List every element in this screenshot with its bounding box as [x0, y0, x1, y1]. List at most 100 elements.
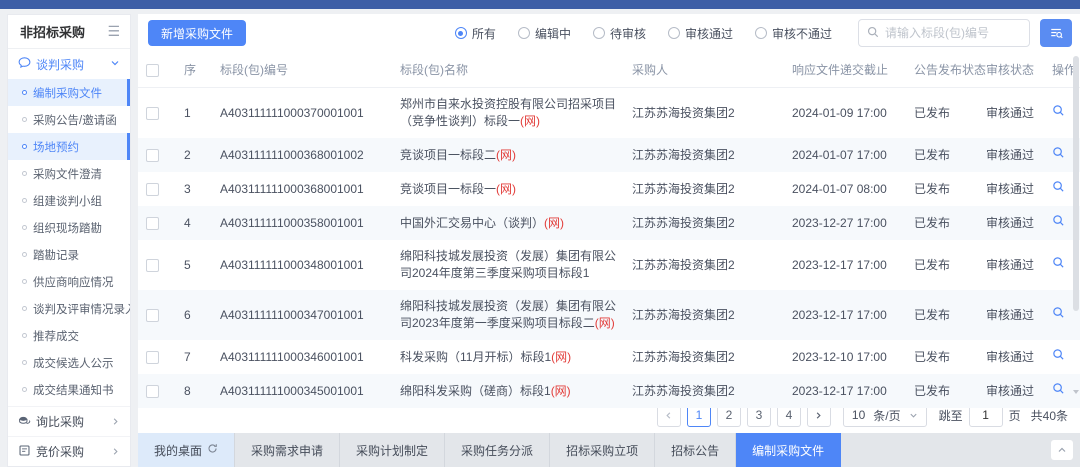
footer-tab-4[interactable]: 招标采购立项 — [550, 433, 655, 467]
bullet-icon — [22, 144, 27, 149]
sidebar-title: 非招标采购 — [20, 22, 85, 41]
cell-no: 3 — [184, 182, 191, 196]
cell-buyer: 江苏苏海投资集团2 — [632, 148, 735, 162]
sidebar-item-3[interactable]: 采购文件澄清 — [8, 160, 130, 187]
scrollbar-thumb[interactable] — [1073, 56, 1079, 311]
cell-name: 绵阳科发采购（磋商）标段1 — [400, 384, 551, 398]
row-checkbox[interactable] — [146, 309, 159, 322]
sidebar-item-1[interactable]: 采购公告/邀请函 — [8, 106, 130, 133]
row-checkbox[interactable] — [146, 351, 159, 364]
cell-publish-status: 已发布 — [914, 258, 950, 272]
view-detail-icon[interactable] — [1052, 306, 1065, 324]
table-row: 5 A403111111000348001001 绵阳科技城发展投资（发展）集团… — [138, 240, 1080, 290]
sidebar-group-inquiry[interactable]: 询比采购 — [8, 406, 130, 436]
row-checkbox[interactable] — [146, 183, 159, 196]
refresh-icon[interactable] — [207, 443, 218, 457]
cell-no: 8 — [184, 384, 191, 398]
page-size-unit: 条/页 — [873, 407, 900, 424]
footer-tab-label: 采购任务分派 — [461, 442, 533, 459]
status-filter-0[interactable]: 所有 — [455, 25, 496, 42]
row-checkbox[interactable] — [146, 259, 159, 272]
row-checkbox[interactable] — [146, 217, 159, 230]
select-all-checkbox[interactable] — [146, 64, 159, 77]
cell-name: 郑州市自来水投资控股有限公司招采项目（竞争性谈判）标段一 — [400, 97, 616, 128]
status-filter-4[interactable]: 审核不通过 — [755, 25, 832, 42]
chevron-down-icon — [909, 411, 918, 420]
bullet-icon — [22, 90, 27, 95]
sidebar-item-9[interactable]: 推荐成交 — [8, 322, 130, 349]
footer-tab-5[interactable]: 招标公告 — [655, 433, 736, 467]
cell-code: A403111111000347001001 — [220, 308, 364, 322]
scrollbar-down-arrow[interactable] — [1073, 390, 1079, 394]
status-filter-2[interactable]: 待审核 — [593, 25, 646, 42]
view-detail-icon[interactable] — [1052, 256, 1065, 274]
table-scrollbar[interactable] — [1073, 56, 1079, 383]
collapse-button[interactable] — [1050, 439, 1074, 461]
cell-deadline: 2024-01-09 17:00 — [792, 106, 887, 120]
cell-deadline: 2023-12-17 17:00 — [792, 384, 887, 398]
cell-buyer: 江苏苏海投资集团2 — [632, 182, 735, 196]
sidebar-item-2[interactable]: 场地预约 — [8, 133, 130, 160]
status-filter-3[interactable]: 审核通过 — [668, 25, 733, 42]
cell-audit-status: 审核通过 — [986, 106, 1034, 120]
sidebar-item-6[interactable]: 踏勘记录 — [8, 241, 130, 268]
view-detail-icon[interactable] — [1052, 348, 1065, 366]
table-row: 7 A403111111000346001001 科发采购（11月开标）标段1(… — [138, 340, 1080, 374]
view-detail-icon[interactable] — [1052, 382, 1065, 400]
radio-icon — [755, 27, 767, 39]
view-detail-icon[interactable] — [1052, 214, 1065, 232]
sidebar-item-0[interactable]: 编制采购文件 — [8, 79, 130, 106]
sidebar-item-7[interactable]: 供应商响应情况 — [8, 268, 130, 295]
sidebar-item-4[interactable]: 组建谈判小组 — [8, 187, 130, 214]
sidebar-item-label: 采购文件澄清 — [33, 166, 102, 182]
cell-deadline: 2023-12-17 17:00 — [792, 258, 887, 272]
hamburger-icon[interactable]: ☰ — [107, 23, 120, 40]
cell-no: 2 — [184, 148, 191, 162]
table-row: 6 A403111111000347001001 绵阳科技城发展投资（发展）集团… — [138, 290, 1080, 340]
view-detail-icon[interactable] — [1052, 104, 1065, 122]
sidebar-group-bidding[interactable]: 竞价采购 — [8, 436, 130, 466]
view-detail-icon[interactable] — [1052, 146, 1065, 164]
cell-name: 竞谈项目一标段二 — [400, 148, 496, 162]
cell-name: 科发采购（11月开标）标段1 — [400, 350, 551, 364]
bullet-icon — [22, 306, 27, 311]
footer-tab-label: 采购需求申请 — [251, 442, 323, 459]
coins-icon — [18, 414, 31, 430]
view-detail-icon[interactable] — [1052, 180, 1065, 198]
cell-publish-status: 已发布 — [914, 148, 950, 162]
new-procurement-file-button[interactable]: 新增采购文件 — [148, 20, 246, 46]
sidebar-item-10[interactable]: 成交候选人公示 — [8, 349, 130, 376]
sidebar-item-8[interactable]: 谈判及评审情况录入 — [8, 295, 130, 322]
sidebar-item-label: 编制采购文件 — [33, 85, 102, 101]
footer-tab-1[interactable]: 采购需求申请 — [235, 433, 340, 467]
search-box — [858, 19, 1030, 47]
footer-tabs: 我的桌面 采购需求申请 采购计划制定 采购任务分派 招标采购立项 招标公告 编制… — [138, 433, 841, 467]
radio-label: 待审核 — [610, 25, 646, 42]
top-nav-bar — [0, 0, 1080, 9]
advanced-search-button[interactable] — [1040, 19, 1072, 47]
sidebar-item-5[interactable]: 组织现场踏勘 — [8, 214, 130, 241]
sidebar-item-label: 场地预约 — [33, 139, 79, 155]
footer-tab-2[interactable]: 采购计划制定 — [340, 433, 445, 467]
status-filter-1[interactable]: 编辑中 — [518, 25, 571, 42]
cell-deadline: 2023-12-17 17:00 — [792, 308, 887, 322]
footer-tab-6[interactable]: 编制采购文件 — [736, 433, 841, 467]
cell-code: A403111111000368001001 — [220, 182, 364, 196]
cell-no: 7 — [184, 350, 191, 364]
row-checkbox[interactable] — [146, 149, 159, 162]
row-checkbox[interactable] — [146, 107, 159, 120]
bullet-icon — [22, 198, 27, 203]
row-checkbox[interactable] — [146, 385, 159, 398]
search-input[interactable] — [885, 26, 1021, 40]
cell-code: A403111111000348001001 — [220, 258, 364, 272]
footer-tab-0[interactable]: 我的桌面 — [138, 433, 235, 467]
sidebar-item-label: 成交结果通知书 — [33, 382, 114, 398]
footer-tab-3[interactable]: 采购任务分派 — [445, 433, 550, 467]
sidebar-group-negotiation[interactable]: 谈判采购 — [8, 49, 130, 79]
cell-online-tag: (网) — [496, 182, 516, 196]
bullet-icon — [22, 252, 27, 257]
bullet-icon — [22, 117, 27, 122]
search-icon — [867, 26, 879, 41]
sidebar-group-label: 谈判采购 — [36, 56, 105, 73]
sidebar-item-11[interactable]: 成交结果通知书 — [8, 376, 130, 403]
